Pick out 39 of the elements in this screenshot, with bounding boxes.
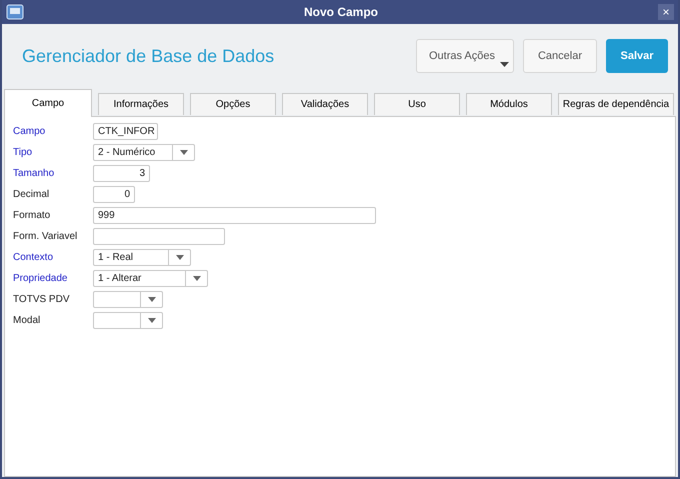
- caret-icon: [192, 276, 200, 281]
- tab[interactable]: Uso: [374, 93, 460, 115]
- input-field[interactable]: 3: [93, 165, 150, 182]
- field-label: Propriedade: [13, 272, 68, 286]
- field-label: Modal: [13, 314, 42, 328]
- input-field[interactable]: [93, 228, 225, 245]
- window-title: Novo Campo: [302, 4, 379, 21]
- caret-icon: [500, 62, 509, 67]
- field-label: Formato: [13, 209, 52, 223]
- caret-icon: [148, 297, 156, 302]
- input-field[interactable]: CTK_INFOR: [93, 123, 158, 140]
- input-field[interactable]: 0: [93, 186, 135, 203]
- cancel-button[interactable]: Cancelar: [523, 39, 597, 73]
- tab[interactable]: Opções: [190, 93, 276, 115]
- caret-icon: [180, 150, 188, 155]
- field-label: Campo: [13, 125, 46, 139]
- close-button[interactable]: ×: [658, 4, 674, 20]
- field-label: Decimal: [13, 188, 50, 202]
- tab[interactable]: Informações: [98, 93, 184, 115]
- field-label: Contexto: [13, 251, 54, 265]
- caret-icon: [176, 255, 184, 260]
- tab[interactable]: Validações: [282, 93, 368, 115]
- tab[interactable]: Regras de dependência: [558, 93, 674, 115]
- field-label: Form. Variavel: [13, 230, 78, 244]
- field-label: Tamanho: [13, 167, 56, 181]
- caret-icon: [148, 318, 156, 323]
- window-icon: [6, 4, 24, 20]
- menu-button[interactable]: Outras Ações: [416, 39, 514, 73]
- dropdown[interactable]: 1 - Real: [93, 249, 191, 266]
- dropdown[interactable]: 1 - Alterar: [93, 270, 208, 287]
- page-title: Gerenciador de Base de Dados: [22, 44, 276, 68]
- field-label: Tipo: [13, 146, 34, 160]
- tab[interactable]: Campo: [4, 89, 92, 117]
- field-label: TOTVS PDV: [13, 293, 70, 307]
- input-field[interactable]: 999: [93, 207, 376, 224]
- tab[interactable]: Módulos: [466, 93, 552, 115]
- dropdown[interactable]: 2 - Numérico: [93, 144, 195, 161]
- dropdown[interactable]: [93, 312, 163, 329]
- dropdown[interactable]: [93, 291, 163, 308]
